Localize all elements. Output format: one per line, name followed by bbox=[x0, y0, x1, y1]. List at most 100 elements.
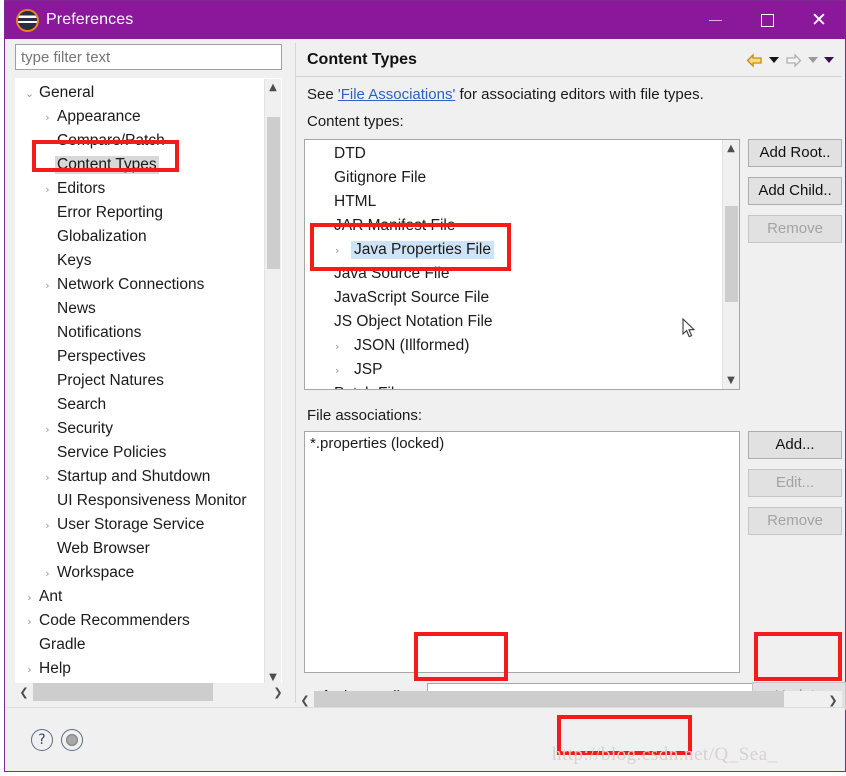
sidebar-item-gradle[interactable]: Gradle bbox=[16, 633, 266, 657]
chevron-down-icon[interactable]: ⌄ bbox=[22, 87, 37, 100]
chevron-right-icon[interactable]: › bbox=[40, 519, 55, 532]
sidebar-item-globalization[interactable]: Globalization bbox=[16, 225, 266, 249]
sidebar-item-perspectives[interactable]: Perspectives bbox=[16, 345, 266, 369]
list-item[interactable]: › JSON (Illformed) bbox=[305, 334, 721, 358]
minimize-button[interactable] bbox=[689, 1, 741, 39]
list-item[interactable]: JS Object Notation File bbox=[305, 310, 721, 334]
dialog-body: ⌄General›Appearance Compare/Patch Conten… bbox=[5, 39, 846, 710]
sidebar-item-general[interactable]: ⌄ General bbox=[16, 81, 266, 105]
list-item[interactable]: JavaScript Source File bbox=[305, 286, 721, 310]
list-item[interactable]: *.properties (locked) bbox=[310, 435, 734, 452]
sidebar-item-label: Appearance bbox=[57, 108, 141, 125]
sidebar-item-help[interactable]: › Help bbox=[16, 657, 266, 681]
note-prefix: See bbox=[307, 86, 338, 103]
sidebar-item-user-storage-service[interactable]: › User Storage Service bbox=[16, 513, 266, 537]
file-associations-list[interactable]: *.properties (locked) bbox=[304, 431, 740, 673]
sidebar-item-error-reporting[interactable]: Error Reporting bbox=[16, 201, 266, 225]
chevron-right-icon[interactable]: › bbox=[40, 111, 55, 124]
chevron-right-icon[interactable]: › bbox=[40, 471, 55, 484]
tree-hscroll-track[interactable] bbox=[33, 683, 269, 701]
chevron-right-icon[interactable]: › bbox=[335, 244, 339, 257]
list-item[interactable]: DTD bbox=[305, 142, 721, 166]
sidebar-item-network-connections[interactable]: › Network Connections bbox=[16, 273, 266, 297]
ct-vertical-scrollbar[interactable]: ▲ ▼ bbox=[722, 140, 739, 389]
sidebar-item-label: User Storage Service bbox=[57, 516, 205, 533]
sidebar-item-content-types[interactable]: Content Types bbox=[16, 153, 266, 177]
content-types-list[interactable]: DTD Gitignore File HTML JAR Manifest File › J… bbox=[304, 139, 740, 390]
sidebar-item-label: Service Policies bbox=[57, 444, 167, 461]
title-bar: Preferences ✕ bbox=[5, 1, 845, 39]
chevron-right-icon[interactable]: › bbox=[40, 567, 55, 580]
sidebar-item-editors[interactable]: › Editors bbox=[16, 177, 266, 201]
content-type-buttons: Add Root.. Add Child.. Remove bbox=[748, 139, 846, 253]
file-associations-label: File associations: bbox=[307, 407, 423, 424]
preferences-tree[interactable]: ⌄ General › Appearance Compare/Patch Conten… bbox=[15, 78, 282, 687]
file-association-add-button[interactable]: Add... bbox=[748, 431, 842, 459]
maximize-button[interactable] bbox=[741, 1, 793, 39]
ct-scroll-thumb[interactable] bbox=[725, 206, 738, 302]
sidebar-item-code-recommenders[interactable]: › Code Recommenders bbox=[16, 609, 266, 633]
list-item[interactable]: Java Source File bbox=[305, 262, 721, 286]
sidebar-item-startup-and-shutdown[interactable]: › Startup and Shutdown bbox=[16, 465, 266, 489]
chevron-right-icon[interactable]: › bbox=[22, 663, 37, 676]
sidebar-item-ant[interactable]: › Ant bbox=[16, 585, 266, 609]
file-associations-link[interactable]: 'File Associations' bbox=[338, 86, 455, 103]
tree-vertical-scrollbar[interactable]: ▲ ▼ bbox=[264, 79, 281, 686]
content-type-remove-button[interactable]: Remove bbox=[748, 215, 842, 243]
list-item[interactable]: Patch File bbox=[305, 382, 721, 389]
sidebar-item-appearance[interactable]: › Appearance bbox=[16, 105, 266, 129]
content-type-label: Patch File bbox=[331, 385, 406, 389]
scroll-up-icon[interactable]: ▲ bbox=[265, 79, 281, 96]
content-type-add-child-button[interactable]: Add Child.. bbox=[748, 177, 842, 205]
sidebar-item-search[interactable]: Search bbox=[16, 393, 266, 417]
sidebar-item-service-policies[interactable]: Service Policies bbox=[16, 441, 266, 465]
list-item[interactable]: JAR Manifest File bbox=[305, 214, 721, 238]
file-association-edit-button[interactable]: Edit... bbox=[748, 469, 842, 497]
sidebar-item-notifications[interactable]: Notifications bbox=[16, 321, 266, 345]
chevron-right-icon[interactable]: › bbox=[22, 615, 37, 628]
search-input[interactable] bbox=[15, 44, 282, 70]
sidebar-item-label: Workspace bbox=[57, 564, 135, 581]
chevron-right-icon[interactable]: › bbox=[40, 423, 55, 436]
sidebar-item-web-browser[interactable]: Web Browser bbox=[16, 537, 266, 561]
sidebar-item-news[interactable]: News bbox=[16, 297, 266, 321]
sidebar-item-project-natures[interactable]: Project Natures bbox=[16, 369, 266, 393]
close-button[interactable]: ✕ bbox=[793, 1, 845, 39]
scroll-left-icon[interactable]: ❮ bbox=[15, 683, 33, 701]
chevron-right-icon[interactable]: › bbox=[40, 183, 55, 196]
sidebar-item-label: Startup and Shutdown bbox=[57, 468, 211, 485]
ct-scroll-down-icon[interactable]: ▼ bbox=[723, 372, 739, 389]
file-association-remove-button[interactable]: Remove bbox=[748, 507, 842, 535]
tree-hscroll-thumb[interactable] bbox=[33, 683, 213, 701]
content-type-add-root-button[interactable]: Add Root.. bbox=[748, 139, 842, 167]
content-type-label: Java Properties File bbox=[351, 241, 494, 259]
sidebar-item-compare-patch[interactable]: Compare/Patch bbox=[16, 129, 266, 153]
chevron-right-icon[interactable]: › bbox=[22, 591, 37, 604]
list-item[interactable]: HTML bbox=[305, 190, 721, 214]
chevron-right-icon[interactable]: › bbox=[335, 364, 339, 377]
ct-scroll-up-icon[interactable]: ▲ bbox=[723, 140, 739, 157]
list-item[interactable]: › JSP bbox=[305, 358, 721, 382]
chevron-right-icon[interactable]: › bbox=[40, 279, 55, 292]
list-item[interactable]: › Java Properties File bbox=[305, 238, 721, 262]
help-icon[interactable]: ? bbox=[31, 729, 53, 751]
sidebar-item-workspace[interactable]: › Workspace bbox=[16, 561, 266, 585]
restore-defaults-icon[interactable] bbox=[61, 729, 83, 751]
scroll-right-icon[interactable]: ❯ bbox=[269, 683, 287, 701]
content-types-label: Content types: bbox=[307, 113, 404, 130]
sidebar-item-security[interactable]: › Security bbox=[16, 417, 266, 441]
sidebar-item-ui-responsiveness-monitor[interactable]: UI Responsiveness Monitor bbox=[16, 489, 266, 513]
list-item[interactable]: Gitignore File bbox=[305, 166, 721, 190]
chevron-right-icon[interactable]: › bbox=[335, 340, 339, 353]
sidebar-item-label: Error Reporting bbox=[57, 204, 163, 221]
right-pane: Content Types See 'File Associations' fo… bbox=[295, 43, 846, 710]
content-type-label: JSON (Illformed) bbox=[354, 337, 470, 354]
back-dropdown-icon[interactable] bbox=[769, 57, 779, 63]
back-arrow-icon[interactable] bbox=[746, 52, 763, 68]
tree-horizontal-scrollbar[interactable]: ❮ ❯ bbox=[15, 683, 287, 701]
sidebar-item-label: UI Responsiveness Monitor bbox=[57, 492, 247, 509]
view-menu-icon[interactable] bbox=[824, 57, 834, 63]
sidebar-item-keys[interactable]: Keys bbox=[16, 249, 266, 273]
tree-scroll-thumb[interactable] bbox=[267, 117, 280, 269]
